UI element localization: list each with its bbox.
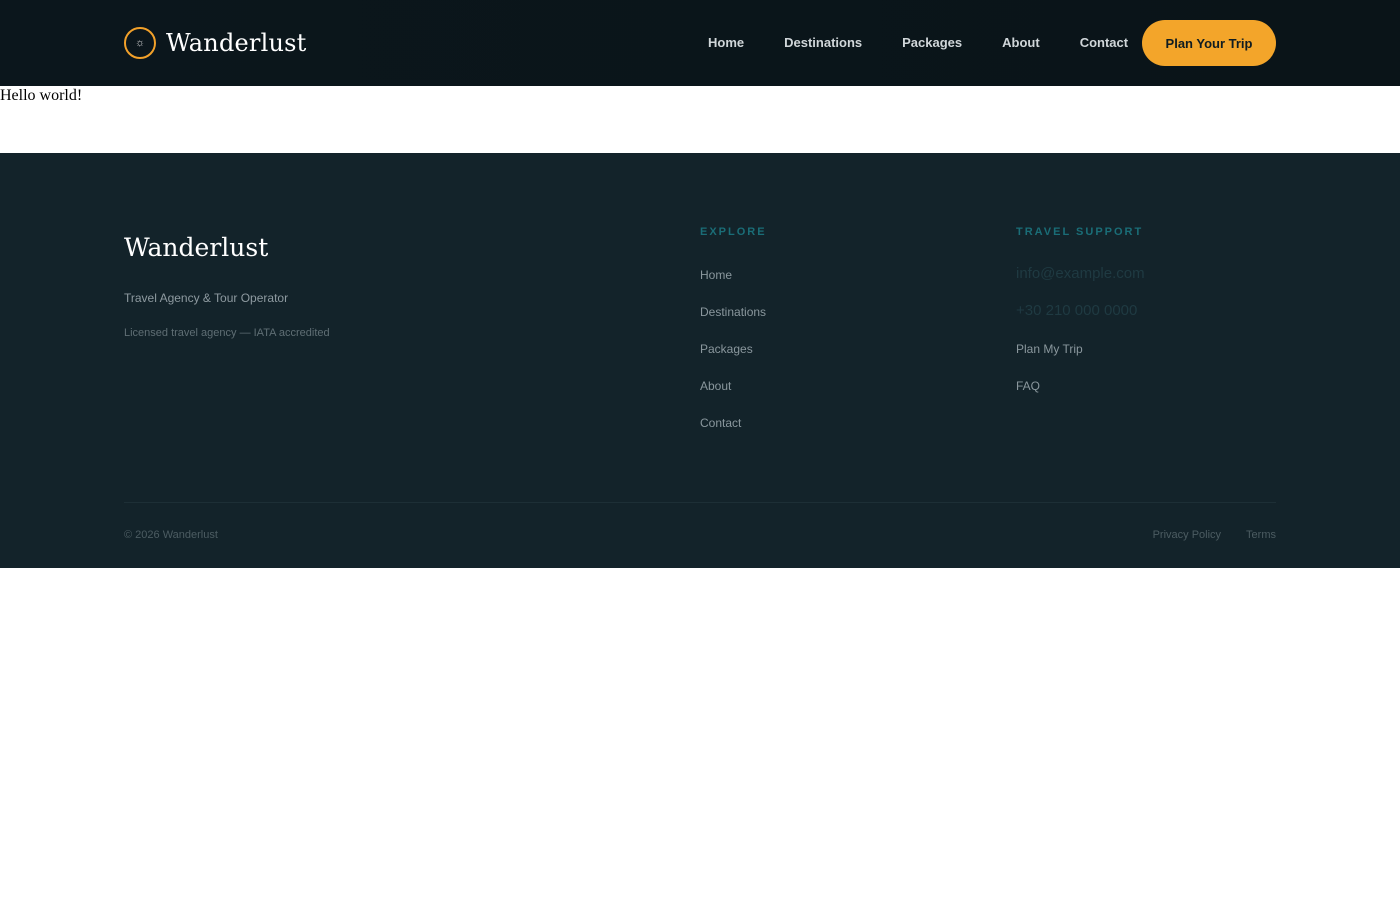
footer-link-about[interactable]: About [700,379,766,416]
sun-icon: ☼ [124,27,156,59]
footer-support-list: info@example.com +30 210 000 0000 Plan M… [1016,266,1145,414]
footer-copyright: © 2026 Wanderlust [124,529,218,541]
footer-brand-name: Wanderlust [124,233,269,262]
nav-item-destinations[interactable]: Destinations [764,20,882,66]
terms-link[interactable]: Terms [1246,529,1276,541]
footer-legal-links: Privacy Policy Terms [1128,529,1276,541]
footer-explore-title: EXPLORE [700,226,767,238]
site-footer: Wanderlust Travel Agency & Tour Operator… [0,153,1400,568]
nav-item-packages[interactable]: Packages [882,20,982,66]
brand-logo[interactable]: ☼ Wanderlust [124,26,306,60]
footer-license: Licensed travel agency — IATA accredited [124,327,330,339]
main-nav: Home Destinations Packages About Contact [688,20,1148,66]
footer-email-link[interactable]: info@example.com [1016,266,1145,303]
privacy-policy-link[interactable]: Privacy Policy [1153,529,1221,541]
footer-link-destinations[interactable]: Destinations [700,305,766,342]
nav-item-contact[interactable]: Contact [1060,20,1148,66]
main-content-text: Hello world! [0,87,83,104]
footer-link-home[interactable]: Home [700,268,766,305]
nav-item-about[interactable]: About [982,20,1060,66]
nav-item-home[interactable]: Home [688,20,764,66]
footer-divider [124,502,1276,503]
footer-phone-link[interactable]: +30 210 000 0000 [1016,303,1145,340]
plan-your-trip-button[interactable]: Plan Your Trip [1142,20,1276,66]
footer-link-contact[interactable]: Contact [700,416,766,453]
footer-explore-list: Home Destinations Packages About Contact [700,268,766,453]
footer-tagline: Travel Agency & Tour Operator [124,291,289,305]
footer-link-plan-my-trip[interactable]: Plan My Trip [1016,340,1145,377]
footer-link-faq[interactable]: FAQ [1016,377,1145,414]
footer-support-title: TRAVEL SUPPORT [1016,226,1144,238]
top-navbar: ☼ Wanderlust Home Destinations Packages … [0,0,1400,86]
brand-name: Wanderlust [166,29,307,57]
footer-link-packages[interactable]: Packages [700,342,766,379]
